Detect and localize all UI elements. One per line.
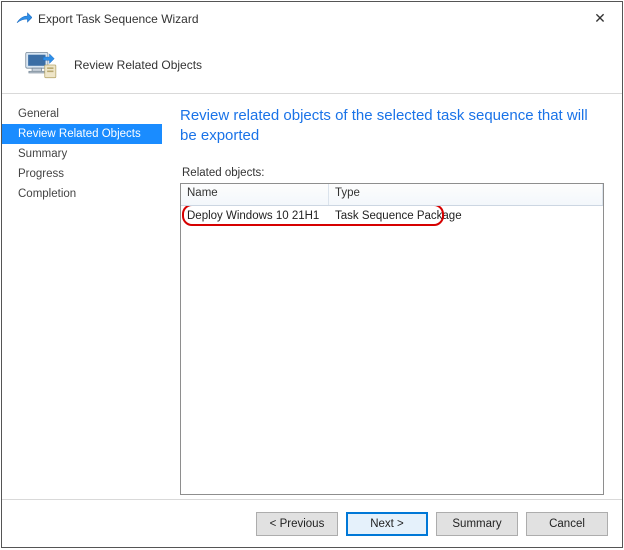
sidebar-item-progress[interactable]: Progress bbox=[2, 164, 162, 184]
main-heading: Review related objects of the selected t… bbox=[180, 106, 604, 147]
previous-button[interactable]: < Previous bbox=[256, 512, 338, 536]
sidebar-item-completion[interactable]: Completion bbox=[2, 184, 162, 204]
wizard-main: Review related objects of the selected t… bbox=[162, 94, 622, 499]
header-band: Review Related Objects bbox=[2, 36, 622, 94]
column-header-name[interactable]: Name bbox=[181, 184, 329, 205]
sidebar-item-general[interactable]: General bbox=[2, 104, 162, 124]
related-objects-label: Related objects: bbox=[182, 167, 604, 179]
related-objects-list[interactable]: Name Type Deploy Windows 10 21H1 Task Se… bbox=[180, 183, 604, 496]
wizard-sidebar: General Review Related Objects Summary P… bbox=[2, 94, 162, 499]
column-header-type[interactable]: Type bbox=[329, 184, 603, 205]
export-arrow-icon bbox=[14, 10, 32, 28]
list-body: Deploy Windows 10 21H1 Task Sequence Pac… bbox=[181, 206, 603, 495]
close-button[interactable]: ✕ bbox=[590, 10, 610, 27]
list-item[interactable]: Deploy Windows 10 21H1 Task Sequence Pac… bbox=[181, 206, 603, 226]
titlebar: Export Task Sequence Wizard ✕ bbox=[2, 2, 622, 36]
next-button[interactable]: Next > bbox=[346, 512, 428, 536]
cancel-button[interactable]: Cancel bbox=[526, 512, 608, 536]
page-step-title: Review Related Objects bbox=[74, 58, 202, 72]
wizard-footer: < Previous Next > Summary Cancel bbox=[2, 499, 622, 547]
wizard-body: General Review Related Objects Summary P… bbox=[2, 94, 622, 499]
list-cell-type: Task Sequence Package bbox=[329, 208, 603, 224]
computer-icon bbox=[20, 45, 60, 85]
wizard-window: Export Task Sequence Wizard ✕ Review Rel… bbox=[1, 1, 623, 548]
summary-button[interactable]: Summary bbox=[436, 512, 518, 536]
sidebar-item-review-related-objects[interactable]: Review Related Objects bbox=[2, 124, 162, 144]
list-cell-name: Deploy Windows 10 21H1 bbox=[181, 208, 329, 224]
window-title: Export Task Sequence Wizard bbox=[38, 12, 199, 26]
sidebar-item-summary[interactable]: Summary bbox=[2, 144, 162, 164]
list-header: Name Type bbox=[181, 184, 603, 206]
